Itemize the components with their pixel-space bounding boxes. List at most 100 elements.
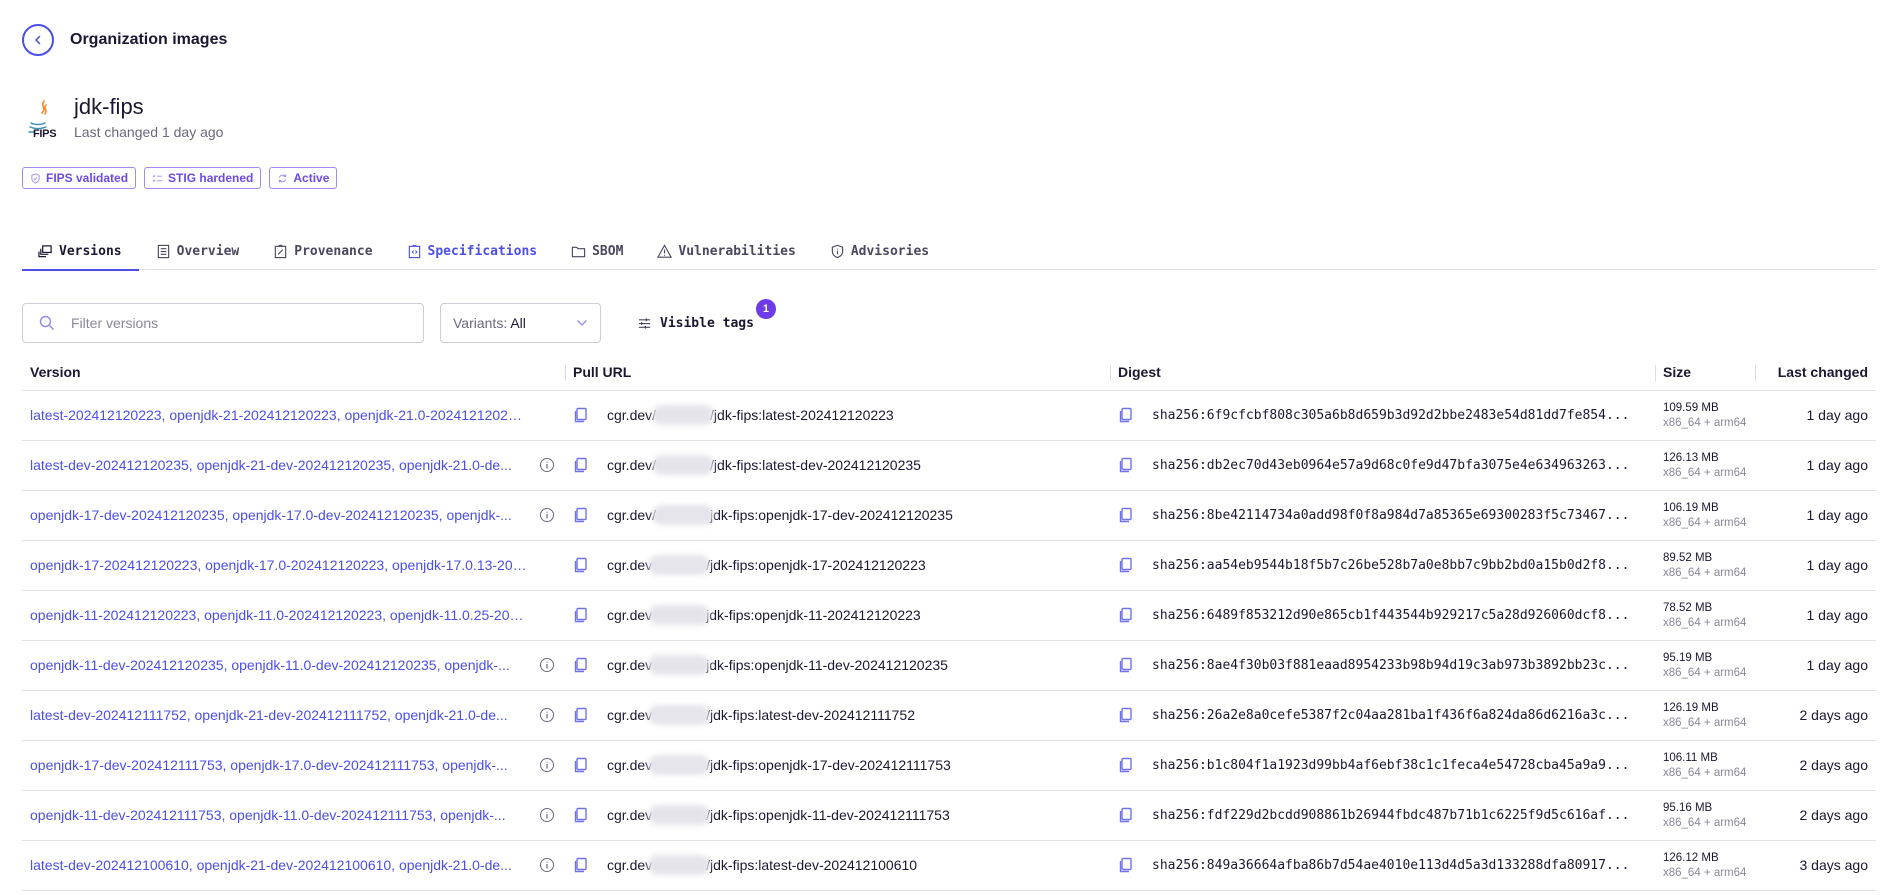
column-label: Pull URL bbox=[573, 364, 632, 381]
copy-icon[interactable] bbox=[573, 707, 589, 723]
table-row: openjdk-17-dev-202412111753, openjdk-17.… bbox=[22, 740, 1876, 791]
info-icon[interactable] bbox=[539, 857, 555, 873]
pull-url-text: cgr.dev/jdk-fips:latest-dev-202412111752 bbox=[607, 705, 915, 725]
version-tags-link[interactable]: latest-dev-202412120235, openjdk-21-dev-… bbox=[30, 457, 512, 473]
last-changed-cell: 1 day ago bbox=[1755, 390, 1876, 441]
redacted-org-name bbox=[648, 855, 711, 875]
pull-url-text: cgr.dev/jdk-fips:latest-dev-202412100610 bbox=[607, 855, 918, 875]
copy-icon[interactable] bbox=[1118, 757, 1134, 773]
badge-list: FIPS validated STIG hardened Active bbox=[22, 167, 338, 189]
copy-icon[interactable] bbox=[1118, 607, 1134, 623]
version-tags-link[interactable]: openjdk-17-dev-202412120235, openjdk-17.… bbox=[30, 507, 512, 523]
folder-icon bbox=[571, 246, 586, 257]
column-header-size[interactable]: Size bbox=[1655, 355, 1755, 391]
pull-url-text: cgr.dev/jdk-fips:openjdk-17-dev-20241212… bbox=[607, 505, 953, 525]
pull-url-text: cgr.dev/jdk-fips:openjdk-17-dev-20241211… bbox=[607, 755, 951, 775]
shield-info-icon bbox=[831, 244, 844, 258]
copy-icon[interactable] bbox=[573, 657, 589, 673]
copy-icon[interactable] bbox=[573, 757, 589, 773]
back-label[interactable]: Organization images bbox=[70, 31, 227, 49]
variants-select[interactable]: Variants: All bbox=[440, 303, 601, 343]
redacted-org-name bbox=[648, 555, 711, 575]
copy-icon[interactable] bbox=[1118, 457, 1134, 473]
shield-icon bbox=[31, 172, 40, 184]
version-tags-link[interactable]: openjdk-11-dev-202412120235, openjdk-11.… bbox=[30, 657, 510, 673]
tab-vulnerabilities[interactable]: Vulnerabilities bbox=[640, 232, 812, 270]
copy-icon[interactable] bbox=[1118, 857, 1134, 873]
page-title: jdk-fips bbox=[74, 94, 144, 119]
column-header-last-changed[interactable]: Last changed bbox=[1755, 355, 1876, 391]
size-value: 95.16 MB bbox=[1663, 801, 1713, 814]
copy-icon[interactable] bbox=[1118, 707, 1134, 723]
filter-versions-input[interactable] bbox=[71, 315, 391, 331]
version-tags-link[interactable]: latest-dev-202412100610, openjdk-21-dev-… bbox=[30, 857, 512, 873]
architectures: x86_64 + arm64 bbox=[1663, 816, 1747, 829]
info-icon[interactable] bbox=[539, 807, 555, 823]
badge-label: FIPS validated bbox=[46, 171, 129, 185]
size-cell: 106.11 MB x86_64 + arm64 bbox=[1655, 740, 1755, 791]
column-header-pull-url[interactable]: Pull URL bbox=[565, 355, 1110, 391]
digest-text: sha256:26a2e8a0cefe5387f2c04aa281ba1f436… bbox=[1152, 707, 1630, 723]
last-changed-cell: 1 day ago bbox=[1755, 640, 1876, 691]
copy-icon[interactable] bbox=[1118, 407, 1134, 423]
pull-url-text: cgr.dev/jdk-fips:openjdk-11-dev-20241211… bbox=[607, 805, 950, 825]
table-row: latest-dev-202412100610, openjdk-21-dev-… bbox=[22, 840, 1876, 891]
info-icon[interactable] bbox=[539, 457, 555, 473]
info-icon[interactable] bbox=[539, 707, 555, 723]
version-tags-link[interactable]: openjdk-17-202412120223, openjdk-17.0-20… bbox=[30, 557, 527, 573]
version-tags-link[interactable]: latest-202412120223, openjdk-21-20241212… bbox=[30, 407, 527, 423]
redacted-org-name bbox=[648, 755, 711, 775]
info-icon[interactable] bbox=[539, 757, 555, 773]
pull-url-cell: cgr.dev/jdk-fips:openjdk-17-dev-20241212… bbox=[565, 490, 1110, 541]
info-icon[interactable] bbox=[539, 507, 555, 523]
back-button[interactable] bbox=[22, 24, 54, 56]
copy-icon[interactable] bbox=[573, 857, 589, 873]
version-tags-link[interactable]: latest-dev-202412111752, openjdk-21-dev-… bbox=[30, 707, 508, 723]
architectures: x86_64 + arm64 bbox=[1663, 716, 1747, 729]
version-tags-link[interactable]: openjdk-11-202412120223, openjdk-11.0-20… bbox=[30, 607, 527, 623]
size-value: 126.13 MB bbox=[1663, 451, 1719, 464]
size-cell: 126.19 MB x86_64 + arm64 bbox=[1655, 690, 1755, 741]
copy-icon[interactable] bbox=[1118, 657, 1134, 673]
digest-text: sha256:849a36664afba86b7d54ae4010e113d4d… bbox=[1152, 857, 1630, 873]
column-header-version[interactable]: Version bbox=[22, 355, 565, 391]
digest-cell: sha256:db2ec70d43eb0964e57a9d68c0fe9d47b… bbox=[1110, 440, 1655, 491]
tab-advisories[interactable]: Advisories bbox=[813, 232, 946, 270]
last-changed-text: Last changed 1 day ago bbox=[74, 124, 224, 140]
tab-specifications[interactable]: Specifications bbox=[390, 232, 555, 270]
digest-cell: sha256:849a36664afba86b7d54ae4010e113d4d… bbox=[1110, 840, 1655, 891]
copy-icon[interactable] bbox=[573, 407, 589, 423]
version-tags-link[interactable]: openjdk-17-dev-202412111753, openjdk-17.… bbox=[30, 757, 508, 773]
version-cell: latest-dev-202412120235, openjdk-21-dev-… bbox=[22, 440, 565, 491]
copy-icon[interactable] bbox=[573, 807, 589, 823]
digest-text: sha256:6f9cfcbf808c305a6b8d659b3d92d2bbe… bbox=[1152, 407, 1630, 423]
copy-icon[interactable] bbox=[573, 457, 589, 473]
copy-icon[interactable] bbox=[573, 607, 589, 623]
copy-icon[interactable] bbox=[1118, 507, 1134, 523]
version-tags-link[interactable]: openjdk-11-dev-202412111753, openjdk-11.… bbox=[30, 807, 506, 823]
column-header-digest[interactable]: Digest bbox=[1110, 355, 1655, 391]
last-changed-cell: 1 day ago bbox=[1755, 440, 1876, 491]
tab-sbom[interactable]: SBOM bbox=[554, 232, 640, 270]
info-icon[interactable] bbox=[539, 657, 555, 673]
variants-label: Variants: bbox=[453, 315, 508, 331]
architectures: x86_64 + arm64 bbox=[1663, 466, 1747, 479]
digest-cell: sha256:b1c804f1a1923d99bb4af6ebf38c1c1fe… bbox=[1110, 740, 1655, 791]
version-cell: openjdk-17-202412120223, openjdk-17.0-20… bbox=[22, 540, 565, 591]
redacted-org-name bbox=[648, 605, 711, 625]
copy-icon[interactable] bbox=[1118, 807, 1134, 823]
back-navigation: Organization images bbox=[22, 24, 227, 56]
copy-icon[interactable] bbox=[1118, 557, 1134, 573]
visible-tags-button[interactable]: Visible tags 1 bbox=[637, 299, 776, 343]
tab-versions[interactable]: Versions bbox=[22, 232, 139, 271]
architectures: x86_64 + arm64 bbox=[1663, 766, 1747, 779]
pull-url-cell: cgr.dev/jdk-fips:openjdk-11-dev-20241211… bbox=[565, 790, 1110, 841]
refresh-icon bbox=[279, 173, 287, 183]
checklist-icon bbox=[152, 174, 163, 182]
copy-icon[interactable] bbox=[573, 557, 589, 573]
copy-icon[interactable] bbox=[573, 507, 589, 523]
tab-overview[interactable]: Overview bbox=[139, 232, 257, 270]
tab-provenance[interactable]: Provenance bbox=[256, 232, 389, 270]
version-cell: latest-dev-202412100610, openjdk-21-dev-… bbox=[22, 840, 565, 891]
versions-table: Version Pull URL Digest Size Last change… bbox=[22, 355, 1876, 891]
